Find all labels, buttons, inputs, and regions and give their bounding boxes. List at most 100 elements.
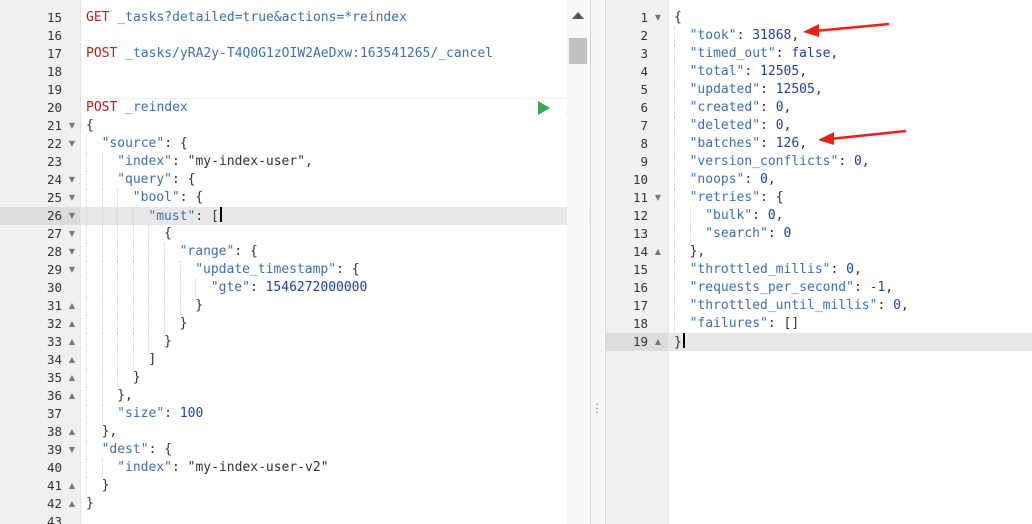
fold-end-icon[interactable]: ▲ [652, 243, 664, 261]
code-text[interactable]: "must": [ [148, 207, 222, 226]
code-text[interactable]: "query": { [117, 171, 195, 189]
fold-collapse-icon[interactable]: ▼ [652, 189, 664, 207]
request_editor-line-17[interactable]: 17 POST _tasks/yRA2y-T4Q0G1zOIW2AeDxw:163… [0, 45, 590, 63]
fold-end-icon[interactable]: ▲ [66, 387, 78, 405]
response_viewer-line-17[interactable]: 17 "throttled_until_millis": 0, [606, 297, 1032, 315]
code-text[interactable]: "dest": { [102, 441, 172, 459]
request_editor-line-15[interactable]: 15 GET _tasks?detailed=true&actions=*rein… [0, 9, 590, 27]
code-text[interactable]: "deleted": 0, [690, 117, 792, 135]
code-text[interactable]: } [133, 369, 141, 387]
response_viewer-line-10[interactable]: 10 "noops": 0, [606, 171, 1032, 189]
request_editor-line-30[interactable]: 30 "gte": 1546272000000 [0, 279, 590, 297]
request_editor-line-29[interactable]: 29 ▼ "update_timestamp": { [0, 261, 590, 279]
code-text[interactable]: "took": 31868, [690, 27, 800, 45]
response_viewer-line-13[interactable]: 13 "search": 0 [606, 225, 1032, 243]
request_editor-line-28[interactable]: 28 ▼ "range": { [0, 243, 590, 261]
code-text[interactable]: } [674, 333, 685, 352]
request_editor-line-24[interactable]: 24 ▼ "query": { [0, 171, 590, 189]
code-text[interactable]: } [102, 477, 110, 495]
request_editor-line-33[interactable]: 33 ▲} [0, 333, 590, 351]
code-text[interactable]: "bulk": 0, [705, 207, 783, 225]
fold-collapse-icon[interactable]: ▼ [66, 243, 78, 261]
request_editor-line-34[interactable]: 34 ▲] [0, 351, 590, 369]
code-text[interactable]: }, [690, 243, 706, 261]
response_viewer-line-16[interactable]: 16 "requests_per_second": -1, [606, 279, 1032, 297]
request_editor-line-32[interactable]: 32 ▲} [0, 315, 590, 333]
request-editor[interactable]: 15 GET _tasks?detailed=true&actions=*rein… [0, 0, 591, 524]
response_viewer-line-12[interactable]: 12 "bulk": 0, [606, 207, 1032, 225]
fold-collapse-icon[interactable]: ▼ [66, 261, 78, 279]
response_viewer-line-15[interactable]: 15 "throttled_millis": 0, [606, 261, 1032, 279]
code-text[interactable]: { [674, 9, 682, 27]
vertical-dots-icon[interactable]: · · · [595, 401, 599, 419]
fold-end-icon[interactable]: ▲ [66, 333, 78, 351]
code-text[interactable]: "version_conflicts": 0, [690, 153, 870, 171]
request_editor-line-23[interactable]: 23 "index": "my-index-user", [0, 153, 590, 171]
fold-collapse-icon[interactable]: ▼ [66, 117, 78, 135]
code-text[interactable]: { [164, 225, 172, 243]
request_editor-line-20[interactable]: 20 POST _reindex [0, 99, 590, 117]
request_editor-line-25[interactable]: 25 ▼ "bool": { [0, 189, 590, 207]
pane-splitter[interactable]: · · · [591, 0, 604, 524]
fold-end-icon[interactable]: ▲ [66, 477, 78, 495]
code-text[interactable]: } [86, 495, 94, 513]
fold-collapse-icon[interactable]: ▼ [66, 189, 78, 207]
request_editor-line-21[interactable]: 21 ▼ { [0, 117, 590, 135]
fold-end-icon[interactable]: ▲ [66, 423, 78, 441]
code-text[interactable]: }, [117, 387, 133, 405]
code-text[interactable]: GET _tasks?detailed=true&actions=*reinde… [86, 9, 407, 27]
code-text[interactable]: { [86, 117, 94, 135]
fold-collapse-icon[interactable]: ▼ [66, 135, 78, 153]
fold-end-icon[interactable]: ▲ [66, 369, 78, 387]
fold-end-icon[interactable]: ▲ [66, 351, 78, 369]
code-text[interactable]: } [195, 297, 203, 315]
fold-end-icon[interactable]: ▲ [66, 495, 78, 513]
response_viewer-line-11[interactable]: 11 ▼ "retries": { [606, 189, 1032, 207]
code-text[interactable]: "noops": 0, [690, 171, 776, 189]
response_viewer-line-3[interactable]: 3 "timed_out": false, [606, 45, 1032, 63]
code-text[interactable]: POST _tasks/yRA2y-T4Q0G1zOIW2AeDxw:16354… [86, 45, 493, 63]
request_editor-line-19[interactable]: 19 [0, 81, 590, 99]
play-icon[interactable] [538, 101, 550, 115]
fold-collapse-icon[interactable]: ▼ [66, 207, 78, 225]
code-text[interactable]: "search": 0 [705, 225, 791, 243]
code-text[interactable]: "retries": { [690, 189, 784, 207]
response-viewer[interactable]: 1 ▼ {2 "took": 31868, 3 "timed_out": false, 4 "… [605, 0, 1032, 524]
code-text[interactable]: "batches": 126, [690, 135, 807, 153]
request-scrollbar[interactable] [567, 0, 589, 524]
request-lines[interactable]: 15 GET _tasks?detailed=true&actions=*rein… [0, 9, 590, 524]
fold-end-icon[interactable]: ▲ [652, 333, 664, 351]
code-text[interactable]: "updated": 12505, [690, 81, 823, 99]
request_editor-line-42[interactable]: 42 ▲} [0, 495, 590, 513]
request_editor-line-37[interactable]: 37 "size": 100 [0, 405, 590, 423]
request_editor-line-22[interactable]: 22 ▼ "source": { [0, 135, 590, 153]
code-text[interactable]: "index": "my-index-user-v2" [117, 459, 328, 477]
request_editor-line-40[interactable]: 40 "index": "my-index-user-v2" [0, 459, 590, 477]
request_editor-line-36[interactable]: 36 ▲}, [0, 387, 590, 405]
request_editor-line-27[interactable]: 27 ▼ { [0, 225, 590, 243]
code-text[interactable]: "throttled_millis": 0, [690, 261, 862, 279]
request_editor-line-26[interactable]: 26 ▼ "must": [ [0, 207, 590, 225]
fold-collapse-icon[interactable]: ▼ [66, 441, 78, 459]
code-text[interactable]: } [164, 333, 172, 351]
response_viewer-line-14[interactable]: 14 ▲}, [606, 243, 1032, 261]
fold-collapse-icon[interactable]: ▼ [66, 171, 78, 189]
fold-end-icon[interactable]: ▲ [66, 297, 78, 315]
request_editor-line-43[interactable]: 43 [0, 513, 590, 524]
request_editor-line-35[interactable]: 35 ▲} [0, 369, 590, 387]
request_editor-line-39[interactable]: 39 ▼ "dest": { [0, 441, 590, 459]
code-text[interactable]: "throttled_until_millis": 0, [690, 297, 909, 315]
code-text[interactable]: "requests_per_second": -1, [690, 279, 894, 297]
fold-collapse-icon[interactable]: ▼ [66, 225, 78, 243]
fold-end-icon[interactable]: ▲ [66, 315, 78, 333]
code-text[interactable]: "gte": 1546272000000 [211, 279, 368, 297]
response_viewer-line-19[interactable]: 19 ▲} [606, 333, 1032, 351]
code-text[interactable]: "index": "my-index-user", [117, 153, 313, 171]
code-text[interactable]: "timed_out": false, [690, 45, 839, 63]
code-text[interactable]: "failures": [] [690, 315, 800, 333]
request_editor-line-16[interactable]: 16 [0, 27, 590, 45]
response_viewer-line-18[interactable]: 18 "failures": [] [606, 315, 1032, 333]
scroll-up-icon[interactable] [572, 12, 584, 19]
response_viewer-line-4[interactable]: 4 "total": 12505, [606, 63, 1032, 81]
response_viewer-line-9[interactable]: 9 "version_conflicts": 0, [606, 153, 1032, 171]
